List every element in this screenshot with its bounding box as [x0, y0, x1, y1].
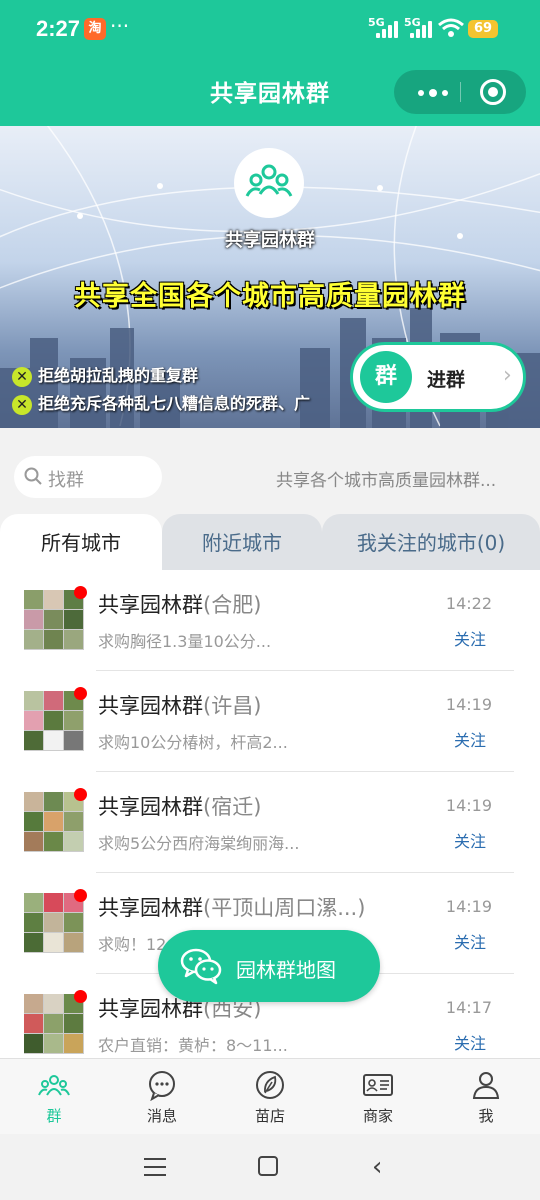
garden-group-map-button[interactable]: 园林群地图 [158, 930, 380, 1002]
wechat-icon [180, 948, 222, 985]
follow-button[interactable]: 关注 [454, 626, 486, 650]
last-message: 求购10公分椿树，杆高2... [98, 733, 288, 752]
rule-item: ✕ 拒绝充斥各种乱七八糟信息的死群、广 [12, 390, 311, 415]
leaf-icon [256, 1071, 284, 1099]
group-name: 共享园林群(许昌) [98, 694, 262, 718]
tabbar-label: 群 [46, 1107, 62, 1125]
search-placeholder: 找群 [48, 470, 84, 491]
bottom-tab-bar: 群 消息 苗店 商家 我 [0, 1058, 540, 1134]
group-name: 共享园林群(合肥) [98, 593, 262, 617]
home-button[interactable] [258, 1156, 278, 1176]
back-button[interactable]: ‹ [372, 1152, 382, 1182]
group-icon [38, 1075, 70, 1096]
hero-banner: 共享园林群 共享全国各个城市高质量园林群 ✕ 拒绝胡拉乱拽的重复群 ✕ 拒绝充斥各种… [0, 126, 540, 428]
group-avatar-grid [24, 691, 84, 751]
last-message: 求购5公分西府海棠绚丽海... [98, 834, 300, 853]
follow-button[interactable]: 关注 [454, 1030, 486, 1054]
last-message: 求购！12 [98, 935, 167, 954]
unread-dot [74, 687, 87, 700]
message-time: 14:19 [445, 695, 492, 714]
tab-all-cities[interactable]: 所有城市 [0, 514, 162, 572]
cross-icon: ✕ [12, 366, 32, 387]
group-city: (合肥) [203, 593, 262, 617]
follow-button[interactable]: 关注 [454, 727, 486, 751]
list-item[interactable]: 共享园林群(合肥) 求购胸径1.3量10公分... 14:22 关注 [0, 570, 540, 671]
message-time: 14:19 [445, 796, 492, 815]
miniprogram-capsule [394, 70, 526, 114]
group-city: (宿迁) [203, 795, 262, 819]
tabbar-item-nursery-shop[interactable]: 苗店 [216, 1059, 324, 1135]
person-icon [472, 1072, 500, 1099]
join-group-button[interactable]: 群 进群 › [350, 342, 526, 412]
message-time: 14:17 [445, 998, 492, 1017]
group-avatar-grid [24, 994, 84, 1054]
status-bar: 2:27 淘 ··· 5G 5G 69 [0, 0, 540, 60]
group-city: (平顶山周口漯...) [203, 896, 366, 920]
banner-group-name: 共享园林群 [225, 230, 315, 251]
join-group-label: 进群 [427, 369, 466, 391]
status-time: 2:27 [36, 16, 81, 41]
group-name: 共享园林群(宿迁) [98, 795, 262, 819]
group-avatar-grid [24, 590, 84, 650]
group-logo [234, 148, 304, 218]
more-menu-button[interactable] [412, 78, 452, 106]
message-time: 14:22 [445, 594, 492, 613]
group-badge-icon: 群 [360, 351, 412, 403]
tabbar-label: 消息 [146, 1107, 177, 1125]
follow-button[interactable]: 关注 [454, 828, 486, 852]
tab-nearby-cities[interactable]: 附近城市 [162, 514, 322, 572]
wifi-icon [438, 18, 464, 37]
map-button-label: 园林群地图 [236, 958, 336, 982]
tabbar-item-messages[interactable]: 消息 [108, 1059, 216, 1135]
last-message: 农户直销：黄栌：8～11... [98, 1036, 288, 1055]
battery-icon: 69 [468, 20, 498, 38]
group-avatar-grid [24, 893, 84, 953]
group-name: 共享园林群(平顶山周口漯...) [98, 896, 366, 920]
tabbar-label: 商家 [362, 1107, 393, 1125]
more-notifications-icon: ··· [110, 14, 130, 38]
close-miniprogram-button[interactable] [480, 79, 506, 105]
chevron-right-icon: › [503, 363, 512, 388]
tabbar-item-merchants[interactable]: 商家 [324, 1059, 432, 1135]
cross-icon: ✕ [12, 394, 32, 415]
group-avatar-grid [24, 792, 84, 852]
signal-icon [376, 20, 398, 38]
banner-slogan: 共享全国各个城市高质量园林群 [74, 281, 466, 312]
tab-followed-cities[interactable]: 我关注的城市(0) [322, 514, 540, 572]
rule-item: ✕ 拒绝胡拉乱拽的重复群 [12, 362, 199, 387]
rule-text: 拒绝充斥各种乱七八糟信息的死群、广 [38, 394, 311, 413]
message-time: 14:19 [445, 897, 492, 916]
signal-icon [410, 20, 432, 38]
message-icon [149, 1071, 175, 1101]
list-item[interactable]: 共享园林群(宿迁) 求购5公分西府海棠绚丽海... 14:19 关注 [0, 772, 540, 873]
last-message: 求购胸径1.3量10公分... [98, 632, 272, 651]
unread-dot [74, 586, 87, 599]
taobao-notification-icon: 淘 [84, 18, 106, 40]
unread-dot [74, 788, 87, 801]
group-logo-icon [245, 164, 293, 197]
tabbar-item-group[interactable]: 群 [0, 1059, 108, 1135]
merchant-card-icon [363, 1074, 393, 1096]
search-input[interactable]: 找群 [14, 456, 162, 498]
group-city: (许昌) [203, 694, 262, 718]
city-tabs: 所有城市 附近城市 我关注的城市(0) [0, 514, 540, 572]
rule-text: 拒绝胡拉乱拽的重复群 [38, 366, 199, 385]
recent-apps-button[interactable] [144, 1158, 166, 1176]
search-icon [24, 467, 42, 485]
capsule-divider [460, 82, 461, 102]
tabbar-label: 我 [478, 1107, 494, 1125]
unread-dot [74, 889, 87, 902]
unread-dot [74, 990, 87, 1003]
top-bar: 2:27 淘 ··· 5G 5G 69 共享园林群 [0, 0, 540, 126]
list-item[interactable]: 共享园林群(许昌) 求购10公分椿树，杆高2... 14:19 关注 [0, 671, 540, 772]
system-navigation-bar: ‹ [0, 1134, 540, 1200]
tabbar-item-me[interactable]: 我 [432, 1059, 540, 1135]
announcement-marquee: 共享各个城市高质量园林群... [276, 471, 497, 491]
follow-button[interactable]: 关注 [454, 929, 486, 953]
tabbar-label: 苗店 [254, 1107, 285, 1125]
